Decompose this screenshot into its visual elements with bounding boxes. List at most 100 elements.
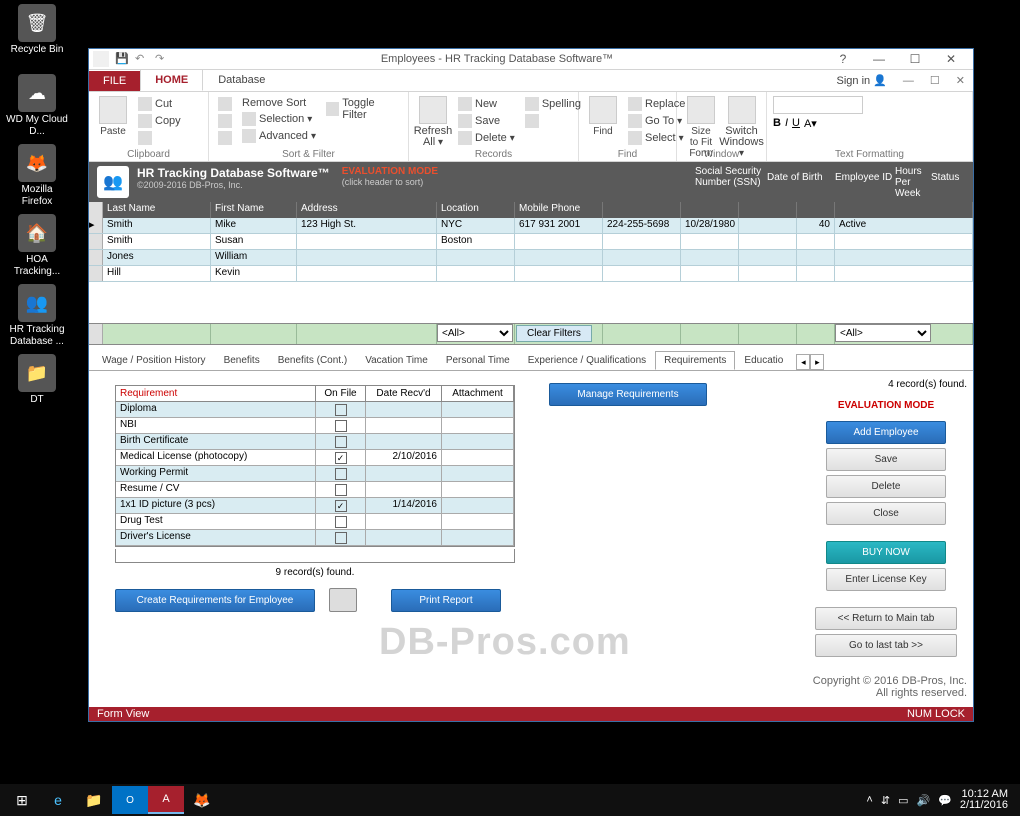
delete-rec-button[interactable]: Delete ▾ <box>455 130 518 146</box>
tab-home[interactable]: HOME <box>140 69 203 91</box>
checkbox[interactable]: ✓ <box>335 500 347 512</box>
checkbox[interactable] <box>335 484 347 496</box>
tab-database[interactable]: Database <box>203 69 280 91</box>
req-row[interactable]: Birth Certificate <box>116 434 514 450</box>
tray-action-icon[interactable]: 💬 <box>938 794 952 807</box>
help-icon[interactable]: ? <box>825 49 861 69</box>
outlook-icon[interactable]: O <box>112 786 148 814</box>
close-icon[interactable]: ✕ <box>933 49 969 69</box>
statusbar: Form View NUM LOCK <box>89 707 973 721</box>
font-color-button[interactable]: A▾ <box>804 117 817 130</box>
advanced-button[interactable]: Advanced ▾ <box>239 128 319 144</box>
req-row[interactable]: Resume / CV <box>116 482 514 498</box>
maximize-icon[interactable]: ☐ <box>897 49 933 69</box>
sort-desc-button[interactable] <box>215 113 235 129</box>
selection-button[interactable]: Selection ▾ <box>239 111 319 127</box>
sort-asc-button[interactable] <box>215 96 235 112</box>
desktop-icon-2[interactable]: 🦊Mozilla Firefox <box>6 144 68 208</box>
checkbox[interactable]: ✓ <box>335 452 347 464</box>
tab-benefits[interactable]: Benefits <box>215 351 269 370</box>
req-row[interactable]: Working Permit <box>116 466 514 482</box>
table-row[interactable]: HillKevin <box>89 266 973 282</box>
underline-button[interactable]: U <box>792 117 800 130</box>
ribbon-rest-icon[interactable]: ☐ <box>922 70 948 91</box>
desktop-icon-4[interactable]: 👥HR Tracking Database ... <box>6 284 68 348</box>
window-title: Employees - HR Tracking Database Softwar… <box>169 53 825 65</box>
tab-benefits-cont-[interactable]: Benefits (Cont.) <box>269 351 356 370</box>
desktop-icon-0[interactable]: 🗑Recycle Bin <box>6 4 68 56</box>
close-button[interactable]: Close <box>826 502 946 525</box>
font-family[interactable] <box>773 96 863 114</box>
req-row[interactable]: Diploma <box>116 402 514 418</box>
minimize-icon[interactable]: — <box>861 49 897 69</box>
new-button[interactable]: New <box>455 96 518 112</box>
tab-experience-qualifications[interactable]: Experience / Qualifications <box>519 351 655 370</box>
explorer-icon[interactable]: 📁 <box>76 786 112 814</box>
tab-vacation-time[interactable]: Vacation Time <box>356 351 437 370</box>
checkbox[interactable] <box>335 420 347 432</box>
firefox-taskbar-icon[interactable]: 🦊 <box>184 786 220 814</box>
checkbox[interactable] <box>335 516 347 528</box>
tray-net-icon[interactable]: ⇵ <box>881 794 890 807</box>
tab-prev-icon[interactable]: ◂ <box>796 354 810 370</box>
qat-save-icon[interactable]: 💾 <box>115 52 129 66</box>
checkbox[interactable] <box>335 404 347 416</box>
checkbox[interactable] <box>335 468 347 480</box>
more-button[interactable] <box>522 113 584 129</box>
qat-redo-icon[interactable]: ↷ <box>155 52 169 66</box>
req-row[interactable]: 1x1 ID picture (3 pcs)✓1/14/2016 <box>116 498 514 514</box>
edge-icon[interactable]: e <box>40 786 76 814</box>
ribbon-min-icon[interactable]: — <box>895 71 922 91</box>
tab-next-icon[interactable]: ▸ <box>810 354 824 370</box>
desktop-icon-5[interactable]: 📁DT <box>6 354 68 406</box>
tray-wifi-icon[interactable]: ▭ <box>898 794 908 807</box>
format-painter-button[interactable] <box>135 130 184 146</box>
table-row[interactable]: ▸SmithMike123 High St.NYC617 931 2001224… <box>89 218 973 234</box>
file-tab[interactable]: FILE <box>89 71 140 91</box>
clock[interactable]: 10:12 AM2/11/2016 <box>960 789 1008 811</box>
sign-in-link[interactable]: Sign in 👤 <box>829 70 895 91</box>
req-row[interactable]: Medical License (photocopy)✓2/10/2016 <box>116 450 514 466</box>
save-button[interactable]: Save <box>826 448 946 471</box>
tab-requirements[interactable]: Requirements <box>655 351 735 370</box>
create-req-button[interactable]: Create Requirements for Employee <box>115 589 315 612</box>
tab-educatio[interactable]: Educatio <box>735 351 792 370</box>
remove-sort-button[interactable] <box>215 130 235 146</box>
table-row[interactable]: JonesWilliam <box>89 250 973 266</box>
manage-req-button[interactable]: Manage Requirements <box>549 383 707 406</box>
tray-up-icon[interactable]: ˄ <box>866 794 872 806</box>
spelling-button[interactable]: Spelling <box>522 96 584 112</box>
checkbox[interactable] <box>335 532 347 544</box>
tray-vol-icon[interactable]: 🔊 <box>916 794 930 807</box>
return-main-button[interactable]: << Return to Main tab <box>815 607 957 630</box>
qat-undo-icon[interactable]: ↶ <box>135 52 149 66</box>
copy-button[interactable]: Copy <box>135 113 184 129</box>
table-row[interactable]: SmithSusanBoston <box>89 234 973 250</box>
cut-button[interactable]: Cut <box>135 96 184 112</box>
add-employee-button[interactable]: Add Employee <box>826 421 946 444</box>
location-filter[interactable]: <All> <box>437 324 513 342</box>
checkbox[interactable] <box>335 436 347 448</box>
clear-filters-button[interactable]: Clear Filters <box>516 325 592 342</box>
req-row[interactable]: NBI <box>116 418 514 434</box>
last-tab-button[interactable]: Go to last tab >> <box>815 634 957 657</box>
status-filter[interactable]: <All> <box>835 324 931 342</box>
start-button[interactable]: ⊞ <box>4 786 40 814</box>
ribbon-close-icon[interactable]: ✕ <box>948 70 973 91</box>
tab-personal-time[interactable]: Personal Time <box>437 351 519 370</box>
print-report-button[interactable]: Print Report <box>391 589 501 612</box>
req-row[interactable]: Drug Test <box>116 514 514 530</box>
license-key-button[interactable]: Enter License Key <box>826 568 946 591</box>
access-icon[interactable]: A <box>148 786 184 814</box>
delete-button[interactable]: Delete <box>826 475 946 498</box>
buy-now-button[interactable]: BUY NOW <box>826 541 946 564</box>
tab-wage-position-history[interactable]: Wage / Position History <box>93 351 215 370</box>
italic-button[interactable]: I <box>785 117 788 130</box>
systray[interactable]: ˄ ⇵ ▭ 🔊 💬 10:12 AM2/11/2016 <box>866 789 1016 811</box>
req-row[interactable]: Driver's License <box>116 530 514 546</box>
bold-button[interactable]: B <box>773 117 781 130</box>
desktop-icon-1[interactable]: ☁WD My Cloud D... <box>6 74 68 138</box>
save-rec-button[interactable]: Save <box>455 113 518 129</box>
desktop-icon-3[interactable]: 🏠HOA Tracking... <box>6 214 68 278</box>
toggle-filter-button[interactable]: Toggle Filter <box>323 96 402 122</box>
